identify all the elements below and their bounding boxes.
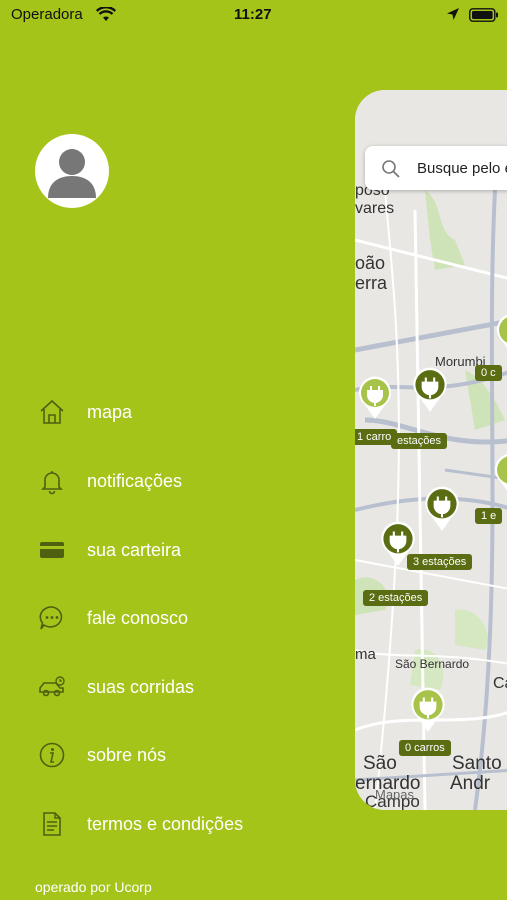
charging-station-pin[interactable] [357, 375, 393, 421]
map-label: vares [355, 200, 395, 217]
info-icon [36, 739, 68, 771]
menu-item-label: sobre nós [87, 744, 167, 765]
maps-attribution: Mapas [375, 787, 415, 802]
document-icon [36, 808, 68, 840]
location-arrow-icon [447, 8, 459, 20]
user-icon [48, 149, 96, 198]
status-bar: Operadora 11:27 [0, 0, 507, 32]
charging-station-pin[interactable] [495, 312, 507, 358]
charging-station-pin[interactable] [423, 485, 461, 533]
wifi-icon [96, 7, 116, 21]
map-label: São Bernardo [395, 657, 470, 671]
search-input[interactable]: Busque pelo e [417, 160, 507, 177]
operator-footer: operado por Ucorp [35, 879, 152, 895]
station-count-label: 1 e [475, 508, 503, 524]
clock: 11:27 [234, 6, 272, 23]
menu-item-corridas[interactable]: suas corridas [36, 667, 336, 707]
map-preview[interactable]: poso vares oão erra Morumbi São Bernardo… [355, 90, 507, 810]
carrier-label: Operadora [11, 6, 83, 23]
map-label: erra [355, 273, 388, 293]
menu-item-label: sua carteira [87, 539, 182, 560]
charging-station-pin[interactable] [411, 366, 449, 414]
map-search-bar[interactable]: Busque pelo e [365, 146, 507, 190]
map-label: oão [355, 253, 386, 273]
station-count-label: 0 c [475, 365, 502, 381]
search-icon [382, 160, 400, 178]
station-count-label: estações [391, 433, 448, 449]
avatar[interactable] [35, 134, 109, 208]
menu-item-fale-conosco[interactable]: fale conosco [36, 598, 336, 638]
map-label: São [363, 753, 397, 774]
menu-item-carteira[interactable]: sua carteira [36, 530, 336, 570]
menu-item-label: suas corridas [87, 676, 195, 697]
menu-item-label: mapa [87, 401, 133, 422]
map-label: ma [355, 646, 376, 663]
map-label: Santo [452, 753, 502, 774]
charging-station-pin[interactable] [493, 452, 507, 498]
chat-icon [36, 602, 68, 634]
charging-station-pin[interactable] [409, 686, 447, 734]
map-label: Andr [450, 773, 491, 794]
menu-item-mapa[interactable]: mapa [36, 392, 336, 432]
station-count-label: 3 estações [407, 554, 473, 570]
menu-item-notificacoes[interactable]: notificações [36, 461, 336, 501]
station-count-label: 0 carros [399, 740, 451, 756]
battery-icon [469, 8, 498, 22]
menu-item-termos[interactable]: termos e condições [36, 804, 336, 844]
card-icon [36, 534, 68, 566]
menu-item-sobre[interactable]: sobre nós [36, 735, 336, 775]
menu-item-label: notificações [87, 470, 183, 491]
menu-item-label: fale conosco [87, 607, 189, 628]
bell-icon [36, 465, 68, 497]
home-icon [36, 396, 68, 428]
menu-item-label: termos e condições [87, 813, 244, 834]
map-label: Ca [493, 675, 507, 692]
station-count-label: 2 estações [363, 590, 429, 606]
car-icon [36, 671, 68, 703]
